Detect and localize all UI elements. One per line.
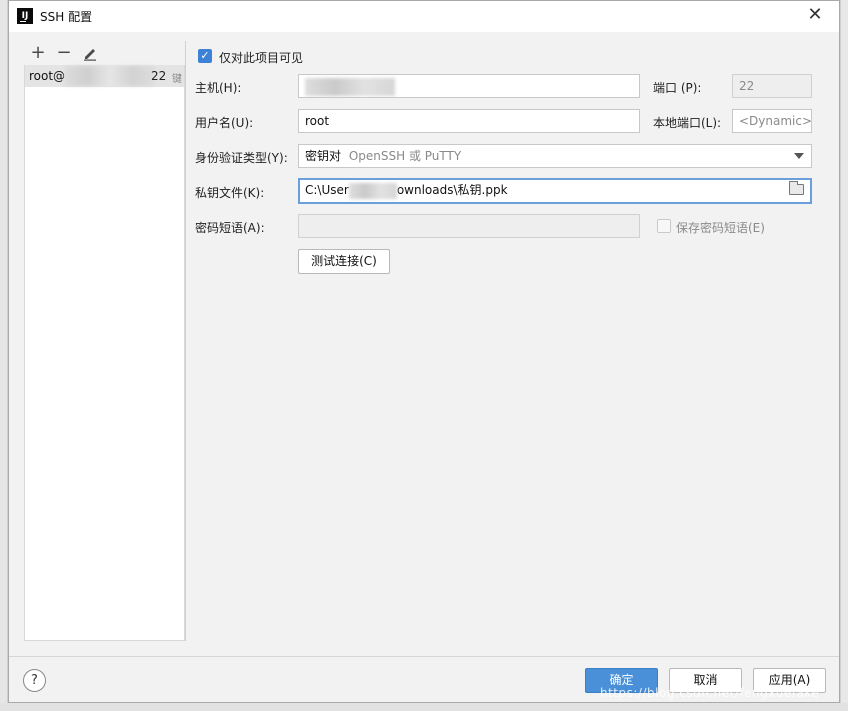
- redacted-host-value: [305, 78, 395, 96]
- close-icon[interactable]: ✕: [805, 5, 825, 25]
- chevron-down-icon: [794, 153, 804, 159]
- background-window-left: [0, 0, 8, 711]
- pencil-icon[interactable]: [80, 43, 100, 63]
- test-connection-button[interactable]: 测试连接(C): [298, 249, 390, 274]
- host-list-panel: [24, 41, 185, 641]
- app-logo-icon: IJ: [17, 8, 33, 24]
- app-logo-letters: IJ: [21, 11, 29, 21]
- port-label: 端口 (P):: [653, 81, 702, 95]
- redacted-host: [65, 66, 155, 86]
- host-item-prefix: root@: [29, 69, 66, 83]
- passphrase-input[interactable]: [298, 214, 640, 238]
- host-item-auth-tag: 键: [172, 74, 182, 85]
- local-port-placeholder: <Dynamic>: [739, 114, 812, 128]
- visible-only-label: 仅对此项目可见: [219, 51, 304, 65]
- port-input[interactable]: 22: [732, 74, 812, 98]
- private-key-path-start: C:\User: [305, 183, 349, 197]
- local-port-label: 本地端口(L):: [653, 116, 722, 130]
- window-title: SSH 配置: [40, 10, 93, 24]
- help-button[interactable]: ?: [23, 669, 46, 692]
- add-icon[interactable]: +: [28, 43, 48, 63]
- remove-icon[interactable]: −: [54, 43, 74, 63]
- host-list-item[interactable]: root@ 22 键: [25, 65, 184, 87]
- private-key-input[interactable]: C:\User ownloads\私钥.ppk: [298, 178, 812, 204]
- background-window-bottom: [0, 703, 848, 711]
- private-key-path-end: ownloads\私钥.ppk: [396, 183, 508, 197]
- watermark-text: https://blog.csdn.net/fengxuefake: [600, 686, 820, 700]
- background-window-right: [840, 0, 848, 711]
- passphrase-label: 密码短语(A):: [195, 221, 265, 235]
- auth-type-value: 密钥对: [305, 149, 342, 163]
- panel-divider: [185, 41, 186, 641]
- host-item-port: 22: [151, 69, 167, 83]
- private-key-label: 私钥文件(K):: [195, 186, 265, 200]
- redacted-path-segment: [348, 182, 397, 199]
- footer-divider: [9, 656, 839, 657]
- auth-type-select[interactable]: 密钥对 OpenSSH 或 PuTTY: [298, 144, 812, 168]
- folder-icon[interactable]: [789, 181, 804, 195]
- save-passphrase-checkbox[interactable]: [657, 219, 671, 233]
- host-label: 主机(H):: [195, 81, 242, 95]
- auth-type-label: 身份验证类型(Y):: [195, 151, 288, 165]
- ssh-config-dialog: IJ SSH 配置 ✕ + − root@ 22 键 ✓ 仅对此项目可见 主机(…: [8, 0, 840, 703]
- host-input[interactable]: [298, 74, 640, 98]
- username-input[interactable]: root: [298, 109, 640, 133]
- title-bar: IJ SSH 配置 ✕: [9, 1, 839, 32]
- save-passphrase-label: 保存密码短语(E): [676, 221, 765, 235]
- auth-type-hint: OpenSSH 或 PuTTY: [348, 149, 462, 163]
- visible-only-checkbox[interactable]: ✓: [198, 49, 212, 63]
- username-label: 用户名(U):: [195, 116, 254, 130]
- host-list-toolbar: [24, 41, 185, 65]
- local-port-input[interactable]: <Dynamic>: [732, 109, 812, 133]
